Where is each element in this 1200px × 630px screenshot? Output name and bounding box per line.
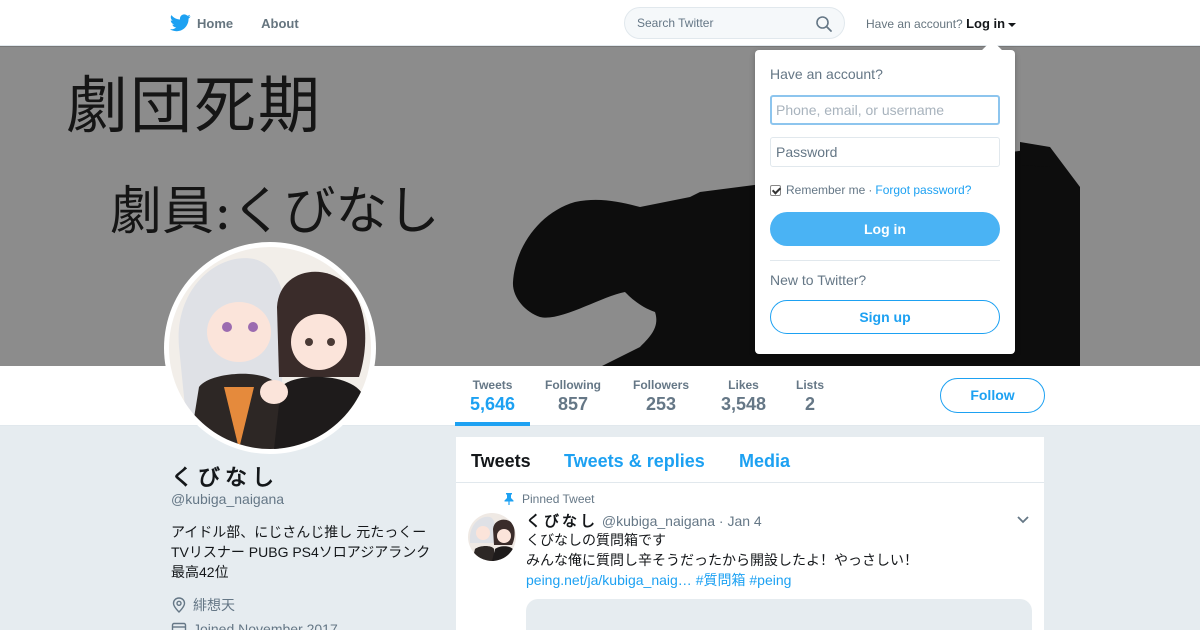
about-link[interactable]: About: [261, 16, 299, 31]
stat-likes-label: Likes: [728, 378, 759, 392]
tab-media[interactable]: Media: [739, 451, 790, 472]
stat-tweets-value: 5,646: [470, 394, 516, 414]
remember-me-label[interactable]: Remember me: [786, 183, 865, 197]
remember-me-row: Remember me · Forgot password?: [770, 183, 971, 197]
login-dropdown: Have an account? Phone, email, or userna…: [755, 40, 1015, 354]
profile-avatar[interactable]: [164, 242, 376, 454]
login-button[interactable]: Log in: [770, 212, 1000, 246]
stat-following-label: Following: [545, 378, 601, 392]
calendar-icon: [171, 622, 187, 630]
tweet-text: くびなしの質問箱です みんな俺に質問し辛そうだったから開設したよ！やっさしい！: [526, 530, 1026, 570]
active-stat-underline: [455, 422, 530, 426]
dropdown-divider: [770, 260, 1000, 261]
stat-lists-value: 2: [805, 394, 816, 414]
search-placeholder: Search Twitter: [637, 16, 714, 30]
caret-down-icon[interactable]: [1008, 22, 1017, 27]
new-to-twitter-text: New to Twitter?: [770, 272, 867, 288]
profile-name: くびなし: [171, 465, 280, 490]
location-pin-icon: [172, 597, 186, 613]
stat-followers-value: 253: [645, 394, 677, 414]
profile-handle[interactable]: @kubiga_naigana: [171, 491, 284, 507]
stat-likes-value: 3,548: [721, 394, 767, 414]
login-toggle-label[interactable]: Log in: [966, 16, 1005, 31]
stat-following[interactable]: Following 857: [545, 378, 601, 415]
stat-lists-label: Lists: [796, 378, 825, 392]
tweet-line-2: みんな俺に質問し辛そうだったから開設したよ！やっさしい！: [526, 552, 918, 568]
home-label: Home: [197, 15, 234, 31]
profile-joined: Joined November 2017: [171, 621, 338, 630]
tweet-line-1: くびなしの質問箱です: [526, 532, 666, 548]
tweet-header: くびなし @kubiga_naigana · Jan 4: [526, 510, 762, 531]
nav-left: Home About: [170, 0, 327, 46]
stat-likes[interactable]: Likes 3,548: [721, 378, 766, 415]
have-account-text: Have an account?: [866, 17, 963, 31]
password-field[interactable]: Password: [770, 137, 1000, 167]
profile-bio: アイドル部、にじさんじ推し 元たっくーTVリスナー PUBG PS4ソロアジアラ…: [171, 524, 431, 580]
tweet-avatar-image: [468, 513, 516, 561]
tab-tweets-and-replies[interactable]: Tweets & replies: [564, 451, 705, 472]
stat-lists[interactable]: Lists 2: [796, 378, 824, 415]
stat-following-value: 857: [557, 394, 589, 414]
avatar-illustration: [169, 247, 371, 449]
forgot-password-link[interactable]: Forgot password?: [875, 183, 971, 197]
remember-me-checkbox[interactable]: [770, 184, 781, 196]
profile-location: 緋想天: [171, 595, 235, 615]
banner-title: 劇団死期: [66, 69, 323, 142]
username-field[interactable]: Phone, email, or username: [770, 95, 1000, 125]
twitter-bird-icon: [170, 14, 191, 32]
profile-location-text: 緋想天: [193, 597, 235, 613]
pinned-tweet-text: Pinned Tweet: [522, 492, 595, 506]
pin-icon: [504, 493, 514, 505]
tweet-links: peing.net/ja/kubiga_naig… #質問箱 #peing: [526, 570, 791, 590]
stat-followers-label: Followers: [633, 378, 690, 392]
home-link[interactable]: Home: [170, 14, 233, 32]
tweet-hashtag-1[interactable]: #質問箱: [696, 572, 746, 588]
banner-subtitle: 劇員:くびなし: [110, 182, 440, 242]
tweet-hashtag-2[interactable]: #peing: [749, 572, 791, 588]
pinned-tweet-label: Pinned Tweet: [504, 492, 595, 506]
login-heading: Have an account?: [770, 66, 883, 82]
account-login-toggle[interactable]: Have an account? Log in: [866, 16, 1017, 31]
tweet-avatar[interactable]: [468, 513, 516, 561]
profile-joined-text: Joined November 2017: [193, 621, 338, 630]
chevron-down-icon[interactable]: [1016, 515, 1030, 525]
search-input[interactable]: Search Twitter: [624, 7, 845, 39]
timeline-panel: Tweets Tweets & replies Media Pinned Twe…: [456, 437, 1044, 630]
tweet-author-name[interactable]: くびなし: [526, 513, 598, 530]
top-navigation-bar: Home About Search Twitter Have an accoun…: [0, 0, 1200, 46]
follow-button[interactable]: Follow: [940, 378, 1045, 413]
timeline-tabs: Tweets Tweets & replies Media: [456, 437, 1044, 483]
tweet-link-card[interactable]: [526, 599, 1032, 630]
remember-separator: ·: [868, 183, 873, 197]
stat-tweets-label: Tweets: [472, 378, 513, 392]
tab-tweets[interactable]: Tweets: [471, 451, 531, 472]
signup-button[interactable]: Sign up: [770, 300, 1000, 334]
stat-tweets[interactable]: Tweets 5,646: [470, 378, 515, 415]
search-icon[interactable]: [815, 15, 833, 33]
stat-followers[interactable]: Followers 253: [633, 378, 689, 415]
tweet-url-link[interactable]: peing.net/ja/kubiga_naig…: [526, 572, 692, 588]
tweet-date[interactable]: · Jan 4: [719, 513, 762, 529]
tweet-author-handle[interactable]: @kubiga_naigana: [602, 513, 715, 529]
